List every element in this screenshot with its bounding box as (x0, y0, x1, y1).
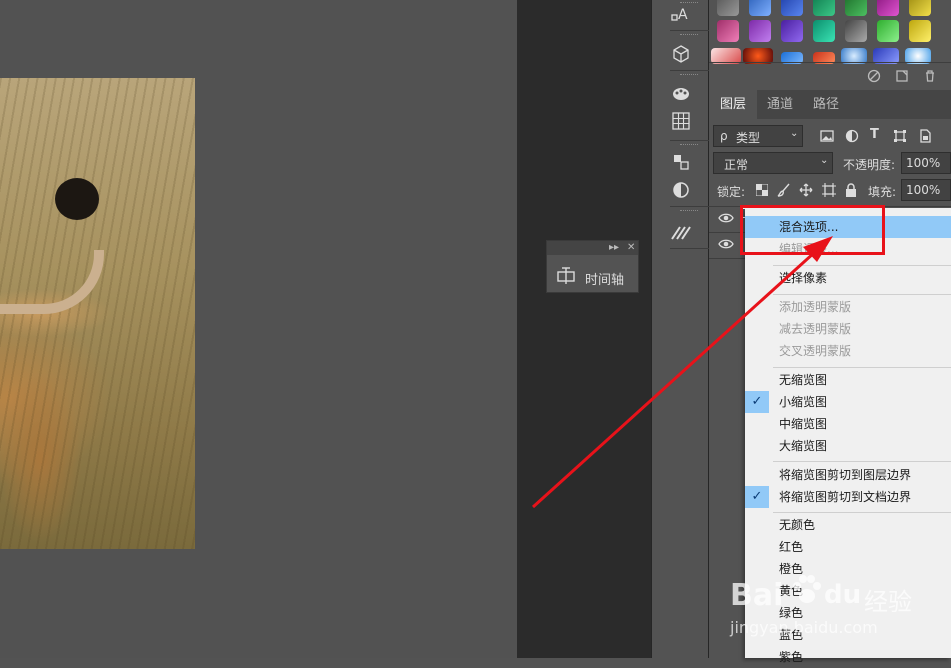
annotation-arrow (531, 236, 833, 509)
